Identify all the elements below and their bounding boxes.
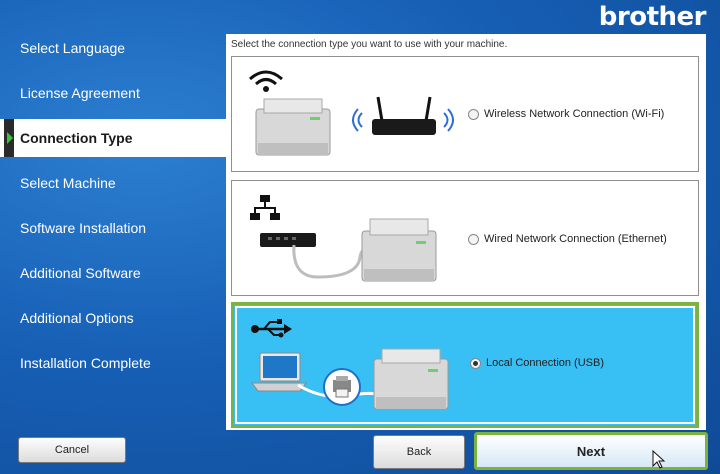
printer-icon (361, 218, 437, 282)
step-select-language: Select Language (20, 40, 126, 56)
step-connection-type-label: Connection Type (20, 130, 133, 146)
ethernet-radio-row[interactable]: Wired Network Connection (Ethernet) (468, 233, 667, 245)
next-button[interactable]: Next (474, 432, 708, 470)
instruction-text: Select the connection type you want to u… (231, 39, 508, 50)
option-usb[interactable]: Local Connection (USB) (231, 302, 699, 428)
option-wifi[interactable]: Wireless Network Connection (Wi-Fi) (231, 56, 699, 172)
mouse-cursor-icon (652, 450, 666, 469)
brother-logo: brother (598, 2, 707, 32)
ethernet-option-label: Wired Network Connection (Ethernet) (484, 233, 667, 245)
usb-icon (251, 319, 292, 338)
usb-option-label: Local Connection (USB) (486, 357, 605, 369)
connection-type-panel: Select the connection type you want to u… (226, 34, 706, 430)
wizard-steps-sidebar: Select Language License Agreement Connec… (0, 26, 226, 386)
signal-waves-icon (443, 108, 454, 132)
ethernet-radio[interactable] (468, 233, 479, 245)
wifi-radio[interactable] (468, 108, 479, 120)
usb-radio[interactable] (470, 357, 481, 369)
wireless-router-icon (372, 96, 436, 135)
network-icon (250, 195, 280, 220)
wifi-option-label: Wireless Network Connection (Wi-Fi) (484, 108, 665, 120)
usb-radio-row[interactable]: Local Connection (USB) (470, 357, 604, 369)
option-ethernet[interactable]: Wired Network Connection (Ethernet) (231, 180, 699, 296)
step-connection-type: Connection Type (0, 119, 226, 157)
signal-waves-icon (352, 108, 363, 132)
step-select-machine: Select Machine (20, 175, 116, 191)
current-step-arrow-icon (4, 119, 14, 157)
step-installation-complete: Installation Complete (20, 355, 151, 371)
step-software-installation: Software Installation (20, 220, 147, 236)
step-additional-software: Additional Software (20, 265, 141, 281)
step-additional-options: Additional Options (20, 310, 134, 326)
step-license-agreement: License Agreement (20, 85, 140, 101)
wifi-radio-row[interactable]: Wireless Network Connection (Wi-Fi) (468, 108, 664, 120)
printer-icon (373, 348, 449, 410)
back-button[interactable]: Back (373, 435, 465, 469)
cancel-button[interactable]: Cancel (18, 437, 126, 463)
next-button-label: Next (576, 443, 606, 459)
usb-printer-badge-icon (323, 368, 361, 406)
printer-icon (255, 98, 331, 156)
wifi-icon (249, 70, 283, 92)
